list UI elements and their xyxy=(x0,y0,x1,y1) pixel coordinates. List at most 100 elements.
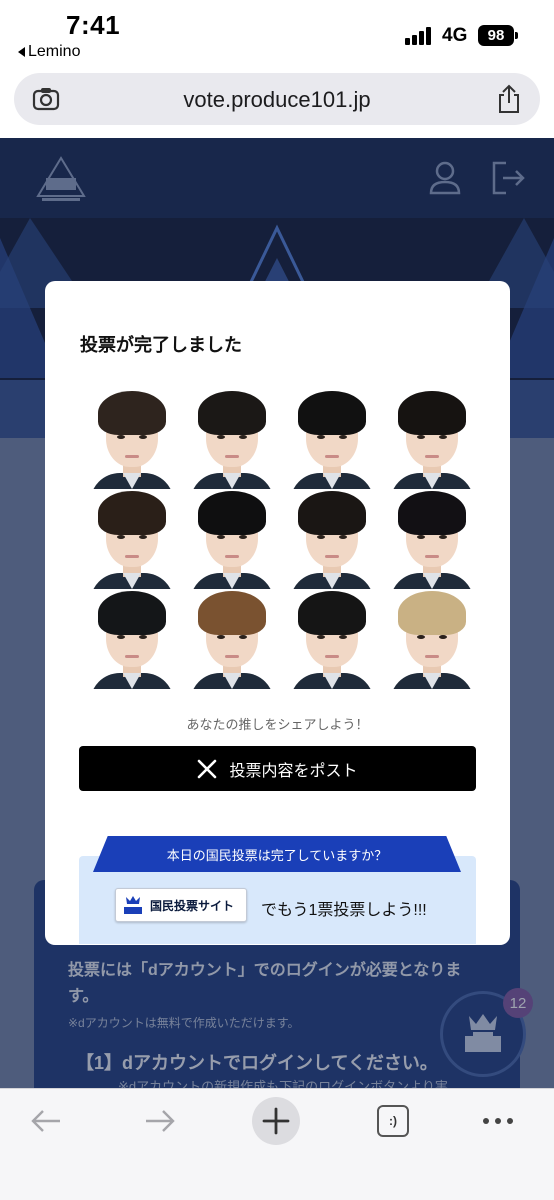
trainee-photo xyxy=(87,589,177,689)
back-triangle-icon xyxy=(18,47,25,57)
portrait-mouth xyxy=(125,455,139,458)
portrait-eye xyxy=(339,535,347,539)
post-button-label: 投票内容をポスト xyxy=(229,762,358,780)
portrait-mouth xyxy=(325,655,339,658)
trainee-photo xyxy=(287,489,377,589)
trainee-photo xyxy=(187,389,277,489)
battery-icon: 98 xyxy=(478,25,518,46)
share-icon[interactable] xyxy=(496,84,522,114)
portrait-hair xyxy=(398,391,466,435)
trainee-photo xyxy=(87,389,177,489)
portrait-eye xyxy=(339,435,347,439)
trainee-photo xyxy=(287,589,377,689)
portrait-mouth xyxy=(225,455,239,458)
portrait-eye xyxy=(317,635,325,639)
user-icon[interactable] xyxy=(428,160,462,196)
portrait-eye xyxy=(339,635,347,639)
portrait-mouth xyxy=(325,555,339,558)
portrait-hair xyxy=(98,591,166,635)
new-tab-button[interactable] xyxy=(252,1097,300,1145)
portrait-mouth xyxy=(425,555,439,558)
logout-icon[interactable] xyxy=(490,160,526,196)
trainee-photo xyxy=(387,489,477,589)
portrait-eye xyxy=(217,535,225,539)
trainee-photo xyxy=(387,589,477,689)
portrait-eye xyxy=(439,535,447,539)
portrait-eye xyxy=(317,535,325,539)
forward-arrow-icon[interactable] xyxy=(142,1103,178,1139)
portrait-eye xyxy=(317,435,325,439)
portrait-hair xyxy=(198,591,266,635)
portrait-eye xyxy=(117,535,125,539)
national-vote-site-button[interactable]: 国民投票サイト xyxy=(115,888,247,922)
portrait-hair xyxy=(198,491,266,535)
portrait-eye xyxy=(417,635,425,639)
post-to-x-button[interactable]: 投票内容をポスト xyxy=(79,746,476,791)
portrait-hair xyxy=(398,591,466,635)
produce101-logo[interactable] xyxy=(34,156,88,204)
trainee-photo xyxy=(287,389,377,489)
notification-count-badge: 12 xyxy=(503,988,533,1018)
portrait-eye xyxy=(217,635,225,639)
portrait-hair xyxy=(298,391,366,435)
vote-question-ribbon: 本日の国民投票は完了していますか？ xyxy=(93,836,461,872)
vote-complete-modal: 投票が完了しました あなたの推しをシェアしよう！ 投票内容をポスト 本日の国民投… xyxy=(45,281,510,945)
portrait-eye xyxy=(139,535,147,539)
portrait-eye xyxy=(239,435,247,439)
modal-title: 投票が完了しました xyxy=(80,335,242,355)
tab-switcher-button[interactable]: :) xyxy=(377,1105,409,1137)
portrait-mouth xyxy=(425,655,439,658)
back-arrow-icon[interactable] xyxy=(28,1103,64,1139)
portrait-eye xyxy=(417,535,425,539)
site-badge-label: 国民投票サイト xyxy=(150,898,235,913)
battery-level: 98 xyxy=(487,27,505,44)
national-vote-box: 本日の国民投票は完了していますか？ 国民投票サイト でもう1票投票しよう!!! xyxy=(79,836,476,944)
step-one-text: 【1】dアカウントでログインしてください。 xyxy=(76,1053,438,1073)
portrait-mouth xyxy=(225,555,239,558)
url-text: vote.produce101.jp xyxy=(183,87,371,112)
portrait-mouth xyxy=(325,455,339,458)
address-bar[interactable]: vote.produce101.jp xyxy=(14,73,540,125)
portrait-hair xyxy=(198,391,266,435)
ballot-crown-icon xyxy=(465,1014,501,1052)
portrait-eye xyxy=(117,435,125,439)
x-logo-icon xyxy=(198,759,217,778)
status-time: 7:41 xyxy=(66,10,121,40)
portrait-mouth xyxy=(125,555,139,558)
portrait-eye xyxy=(217,435,225,439)
plus-icon xyxy=(262,1107,290,1135)
login-requirement-text: 投票には「dアカウント」でのログインが必要となります。 xyxy=(68,962,462,1005)
portrait-eye xyxy=(139,635,147,639)
portrait-mouth xyxy=(225,655,239,658)
portrait-eye xyxy=(139,435,147,439)
portrait-eye xyxy=(117,635,125,639)
trainee-photo xyxy=(387,389,477,489)
cellular-signal-icon xyxy=(405,25,435,45)
portrait-eye xyxy=(439,435,447,439)
share-caption: あなたの推しをシェアしよう！ xyxy=(186,717,369,732)
back-to-app-link[interactable]: Lemino xyxy=(18,43,80,61)
network-type: 4G xyxy=(442,25,468,46)
trainee-photo-grid xyxy=(87,389,477,689)
trainee-photo xyxy=(187,489,277,589)
status-bar: 7:41 Lemino 4G 98 xyxy=(0,0,554,70)
portrait-hair xyxy=(298,591,366,635)
site-header xyxy=(0,138,554,218)
portrait-mouth xyxy=(125,655,139,658)
back-app-label: Lemino xyxy=(28,43,81,60)
portrait-hair xyxy=(98,391,166,435)
portrait-eye xyxy=(239,635,247,639)
login-note: ※dアカウントは無料で作成いただけます。 xyxy=(68,1016,300,1030)
trainee-photo xyxy=(87,489,177,589)
portrait-mouth xyxy=(425,455,439,458)
portrait-eye xyxy=(439,635,447,639)
portrait-eye xyxy=(417,435,425,439)
browser-top-bar: vote.produce101.jp xyxy=(0,70,554,138)
portrait-hair xyxy=(398,491,466,535)
portrait-hair xyxy=(98,491,166,535)
browser-toolbar: :) xyxy=(0,1088,554,1200)
vote-again-text: でもう1票投票しよう!!! xyxy=(261,902,427,919)
more-menu-icon[interactable] xyxy=(480,1103,516,1139)
trainee-photo xyxy=(187,589,277,689)
portrait-hair xyxy=(298,491,366,535)
